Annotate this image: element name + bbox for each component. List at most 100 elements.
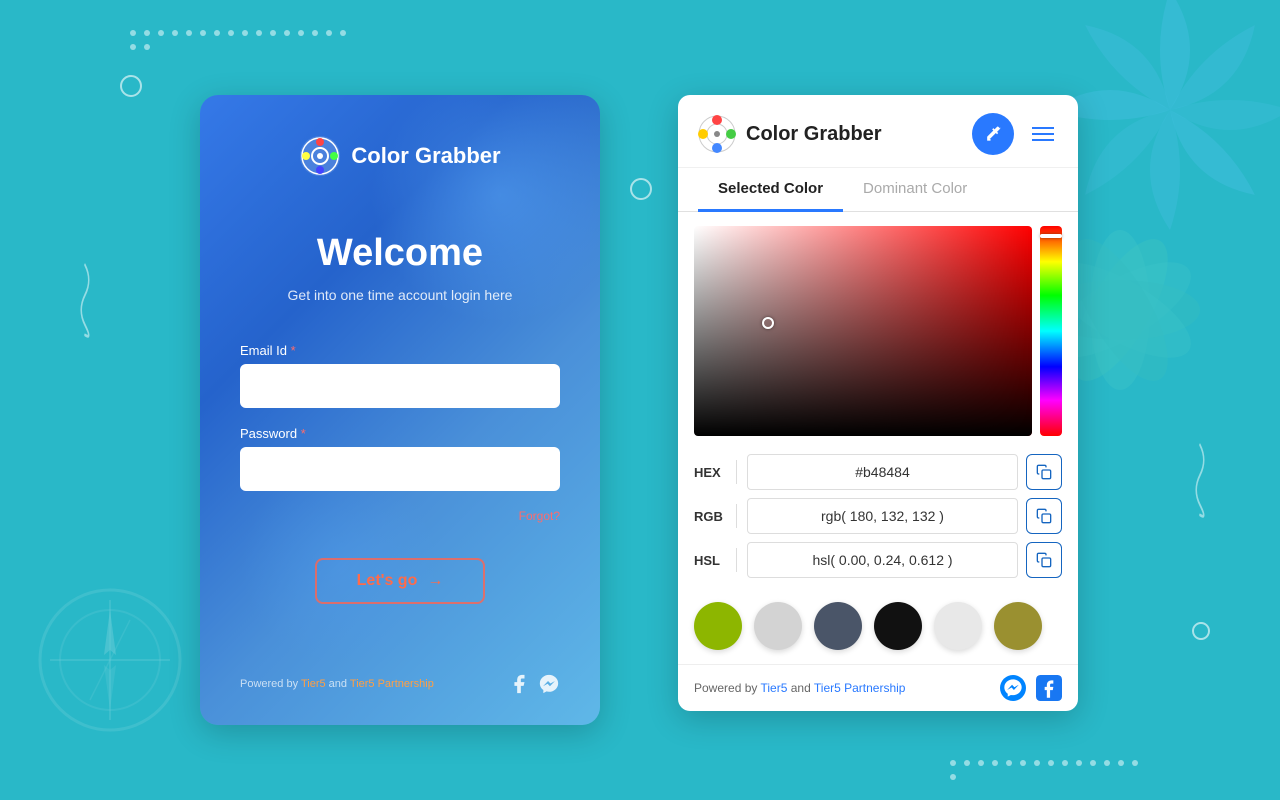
email-input[interactable] [240,364,560,408]
hsl-row: HSL [694,542,1062,578]
copy-icon [1036,508,1052,524]
password-label: Password * [240,426,560,441]
menu-line-1 [1032,127,1054,129]
eyedropper-icon [983,124,1003,144]
login-app-title: Color Grabber [351,143,500,169]
swatch-slate-blue[interactable] [814,602,862,650]
hex-row: HEX [694,454,1062,490]
color-picker-area [678,212,1078,446]
bg-dot [1132,760,1138,766]
login-submit-label: Let's go [357,572,418,590]
bg-dot [950,774,956,780]
forgot-password-link[interactable]: Forgot? [519,509,560,523]
hex-input[interactable] [747,454,1018,490]
login-card: Color Grabber Welcome Get into one time … [200,95,600,725]
bg-dot [158,30,164,36]
bg-dot [312,30,318,36]
swatch-olive[interactable] [994,602,1042,650]
hsl-copy-button[interactable] [1026,542,1062,578]
color-grabber-card: Color Grabber Selected Color Dominant Co… [678,95,1078,711]
bg-dots-top [130,30,350,50]
bg-dot [1006,760,1012,766]
hex-copy-button[interactable] [1026,454,1062,490]
facebook-footer-icon[interactable] [1036,675,1062,701]
menu-line-2 [1032,133,1054,135]
bg-dot [144,44,150,50]
color-tier5-partnership-link[interactable]: Tier5 Partnership [814,681,906,695]
login-submit-button[interactable]: Let's go → [315,558,486,604]
bg-dot [1062,760,1068,766]
bg-dot [228,30,234,36]
hsl-input[interactable] [747,542,1018,578]
bg-dot [950,760,956,766]
swatch-light-gray[interactable] [754,602,802,650]
color-swatches-panel [678,596,1078,664]
password-field-group: Password * [240,426,560,491]
color-grabber-logo-icon [698,115,736,153]
tab-selected-color[interactable]: Selected Color [698,168,843,212]
bg-dot [284,30,290,36]
bg-dot [1104,760,1110,766]
color-picker-cursor [762,317,774,329]
login-logo-area: Color Grabber [299,135,500,177]
email-field-group: Email Id * [240,343,560,408]
bg-dot [1090,760,1096,766]
bg-circle-decoration-mid [630,178,652,200]
rgb-copy-button[interactable] [1026,498,1062,534]
messenger-footer-icon[interactable] [1000,675,1026,701]
menu-button[interactable] [1028,123,1058,145]
hsl-label: HSL [694,553,726,568]
bg-dot [214,30,220,36]
bg-compass-decoration [30,580,190,740]
password-input[interactable] [240,447,560,491]
tier5-link[interactable]: Tier5 [301,678,326,690]
bg-dot [256,30,262,36]
bg-dot [326,30,332,36]
bg-dot [1118,760,1124,766]
bg-dot [186,30,192,36]
bg-dot [1048,760,1054,766]
rgb-row: RGB [694,498,1062,534]
bg-dot [1076,760,1082,766]
eyedropper-button[interactable] [972,113,1014,155]
bg-circle-decoration-right [1192,622,1210,640]
color-card-footer: Powered by Tier5 and Tier5 Partnership [678,664,1078,711]
hex-label: HEX [694,465,726,480]
bg-dot [978,760,984,766]
hue-indicator [1040,234,1062,238]
bg-dot [298,30,304,36]
bg-dot [1034,760,1040,766]
swatch-near-black[interactable] [874,602,922,650]
bg-dot [1020,760,1026,766]
color-tabs: Selected Color Dominant Color [678,168,1078,212]
login-social-icons [508,673,560,695]
messenger-icon[interactable] [538,673,560,695]
color-card-header-actions [972,113,1058,155]
hex-divider [736,460,737,484]
bg-squiggle-left [75,260,95,350]
bg-dot [144,30,150,36]
bg-dot [200,30,206,36]
rgb-label: RGB [694,509,726,524]
bg-dot [270,30,276,36]
copy-icon [1036,552,1052,568]
color-hue-slider[interactable] [1040,226,1062,436]
color-gradient-picker[interactable] [694,226,1032,436]
bg-dot [242,30,248,36]
rgb-input[interactable] [747,498,1018,534]
color-card-social-icons [1000,675,1062,701]
login-powered-by: Powered by Tier5 and Tier5 Partnership [240,678,434,690]
swatch-yellow-green[interactable] [694,602,742,650]
swatch-very-light-gray[interactable] [934,602,982,650]
menu-line-3 [1032,139,1054,141]
facebook-icon[interactable] [508,673,530,695]
color-tier5-link[interactable]: Tier5 [761,681,788,695]
color-card-powered-by: Powered by Tier5 and Tier5 Partnership [694,681,905,695]
color-card-title: Color Grabber [746,123,882,146]
tab-dominant-color[interactable]: Dominant Color [843,168,987,212]
color-gradient-container [694,226,1062,436]
tier5-partnership-link[interactable]: Tier5 Partnership [350,678,434,690]
bg-dot [340,30,346,36]
email-label: Email Id * [240,343,560,358]
rgb-divider [736,504,737,528]
